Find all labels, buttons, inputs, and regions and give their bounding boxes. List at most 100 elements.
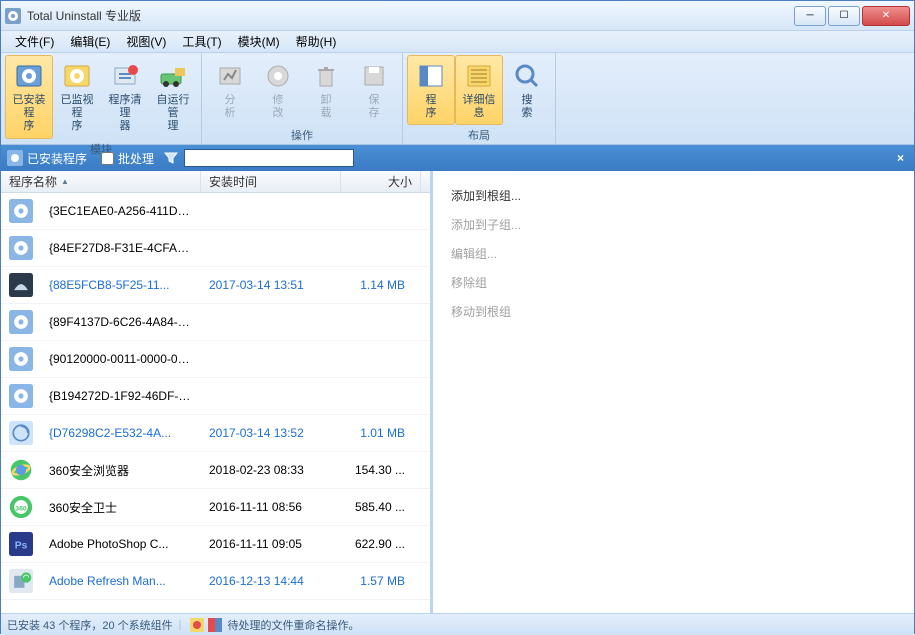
modify-icon <box>262 60 294 92</box>
ribbon-btn-modify[interactable]: 修 改 <box>254 55 302 125</box>
program-size: 1.14 MB <box>341 278 413 292</box>
ribbon-label: 分 析 <box>225 94 236 120</box>
main-area: 程序名称 ▲ 安装时间 大小 {3EC1EAE0-A256-411D-B00B-… <box>1 171 914 613</box>
menu-tools[interactable]: 工具(T) <box>174 31 229 52</box>
program-name: {3EC1EAE0-A256-411D-B00B-016CA8376078} <box>41 204 201 218</box>
ribbon-group-modules: 已安装程 序 已监视程 序 程序清理 器 自运行管 理 模块 <box>1 53 202 144</box>
program-icon: Ps <box>1 530 41 558</box>
program-size: 1.57 MB <box>341 574 413 588</box>
maximize-button[interactable]: ☐ <box>828 6 860 26</box>
list-item[interactable]: {B194272D-1F92-46DF-99EB-8D5CE91CB4EC} <box>1 378 430 415</box>
ribbon-btn-uninstall[interactable]: 卸 载 <box>302 55 350 125</box>
list-item[interactable]: {D76298C2-E532-4A...2017-03-14 13:521.01… <box>1 415 430 452</box>
program-icon <box>1 345 41 373</box>
program-icon <box>1 419 41 447</box>
list-item[interactable]: {90120000-0011-0000-0000-0000000FF1CE} <box>1 341 430 378</box>
ribbon-btn-installed[interactable]: 已安装程 序 <box>5 55 53 139</box>
panel-header: 已安装程序 批处理 × <box>1 145 914 171</box>
ribbon-btn-autorun[interactable]: 自运行管 理 <box>149 55 197 139</box>
filter-icon[interactable] <box>162 149 180 167</box>
program-icon <box>1 567 41 595</box>
status-icon-1 <box>190 618 204 632</box>
program-name: {D76298C2-E532-4A... <box>41 426 201 440</box>
list-item[interactable]: {89F4137D-6C26-4A84-BDB8-2E5A4BB71E00} <box>1 304 430 341</box>
program-time: 2016-12-13 14:44 <box>201 574 341 588</box>
list-item[interactable]: {84EF27D8-F31E-4CFA-8F4B-EB434B001A63} <box>1 230 430 267</box>
menu-edit[interactable]: 编辑(E) <box>62 31 118 52</box>
program-name: Adobe Refresh Man... <box>41 574 201 588</box>
list-item[interactable]: PsAdobe PhotoShop C...2016-11-11 09:0562… <box>1 526 430 563</box>
ribbon-label: 程 序 <box>426 94 437 120</box>
svg-text:360: 360 <box>15 505 27 512</box>
batch-label: 批处理 <box>118 150 154 167</box>
autorun-icon <box>157 60 189 92</box>
ribbon-label: 已监视程 序 <box>56 94 98 134</box>
minimize-button[interactable]: ─ <box>794 6 826 26</box>
program-name: {84EF27D8-F31E-4CFA-8F4B-EB434B001A63} <box>41 241 201 255</box>
ribbon-btn-monitored[interactable]: 已监视程 序 <box>53 55 101 139</box>
program-size: 1.01 MB <box>341 426 413 440</box>
status-icon-2 <box>208 618 222 632</box>
search-icon <box>511 60 543 92</box>
program-name: 360安全浏览器 <box>41 462 201 479</box>
menu-help[interactable]: 帮助(H) <box>288 31 345 52</box>
program-name: Adobe PhotoShop C... <box>41 537 201 551</box>
ribbon-btn-search[interactable]: 搜 索 <box>503 55 551 125</box>
program-list[interactable]: {3EC1EAE0-A256-411D-B00B-016CA8376078} {8… <box>1 193 430 613</box>
ribbon-label: 已安装程 序 <box>8 94 50 134</box>
ribbon-label: 程序清理 器 <box>104 94 146 134</box>
program-icon: 360 <box>1 493 41 521</box>
close-button[interactable]: ✕ <box>862 6 910 26</box>
ribbon-label: 详细信 息 <box>463 94 496 120</box>
program-time: 2016-11-11 09:05 <box>201 537 341 551</box>
save-icon <box>358 60 390 92</box>
installed-programs-icon <box>13 60 45 92</box>
ctx-add-root[interactable]: 添加到根组... <box>447 181 900 210</box>
column-time[interactable]: 安装时间 <box>201 171 341 192</box>
program-icon <box>1 234 41 262</box>
cleaner-icon <box>109 60 141 92</box>
list-item[interactable]: 360360安全卫士2016-11-11 08:56585.40 ... <box>1 489 430 526</box>
ribbon-group-actions: 分 析 修 改 卸 载 保 存 操作 <box>202 53 403 144</box>
program-icon <box>1 308 41 336</box>
ribbon-label: 自运行管 理 <box>152 94 194 134</box>
menu-view[interactable]: 视图(V) <box>118 31 174 52</box>
panel-title: 已安装程序 <box>27 150 87 167</box>
list-item[interactable]: Adobe Refresh Man...2016-12-13 14:441.57… <box>1 563 430 600</box>
list-item[interactable]: {3EC1EAE0-A256-411D-B00B-016CA8376078} <box>1 193 430 230</box>
column-size[interactable]: 大小 <box>341 171 421 192</box>
program-time: 2018-02-23 08:33 <box>201 463 341 477</box>
batch-toggle[interactable]: 批处理 <box>101 150 154 167</box>
ribbon-label: 搜 索 <box>522 94 533 120</box>
ribbon-label: 卸 载 <box>321 94 332 120</box>
ribbon-label: 修 改 <box>273 94 284 120</box>
ribbon-btn-analyze[interactable]: 分 析 <box>206 55 254 125</box>
program-icon <box>1 271 41 299</box>
ribbon-btn-details[interactable]: 详细信 息 <box>455 55 503 125</box>
statusbar: 已安装 43 个程序，20 个系统组件 | 待处理的文件重命名操作。 <box>1 613 914 635</box>
list-item[interactable]: 360安全浏览器2018-02-23 08:33154.30 ... <box>1 452 430 489</box>
svg-text:Ps: Ps <box>15 540 28 551</box>
batch-checkbox[interactable] <box>101 152 114 165</box>
programs-pane-icon <box>415 60 447 92</box>
program-icon <box>1 197 41 225</box>
app-icon <box>5 8 21 24</box>
ribbon-group-label: 操作 <box>206 125 398 145</box>
analyze-icon <box>214 60 246 92</box>
ctx-remove-group: 移除组 <box>447 268 900 297</box>
ribbon-btn-programs[interactable]: 程 序 <box>407 55 455 125</box>
titlebar: Total Uninstall 专业版 ─ ☐ ✕ <box>1 1 914 31</box>
search-input[interactable] <box>184 149 354 167</box>
menu-modules[interactable]: 模块(M) <box>230 31 288 52</box>
menu-file[interactable]: 文件(F) <box>7 31 62 52</box>
ribbon-label: 保 存 <box>369 94 380 120</box>
ribbon-btn-cleaner[interactable]: 程序清理 器 <box>101 55 149 139</box>
ribbon-btn-save[interactable]: 保 存 <box>350 55 398 125</box>
ctx-move-root: 移动到根组 <box>447 297 900 326</box>
list-item[interactable]: {88E5FCB8-5F25-11...2017-03-14 13:511.14… <box>1 267 430 304</box>
panel-close-icon[interactable]: × <box>893 151 908 165</box>
sort-asc-icon: ▲ <box>61 177 69 186</box>
column-name[interactable]: 程序名称 ▲ <box>1 171 201 192</box>
program-icon <box>1 382 41 410</box>
program-time: 2017-03-14 13:52 <box>201 426 341 440</box>
